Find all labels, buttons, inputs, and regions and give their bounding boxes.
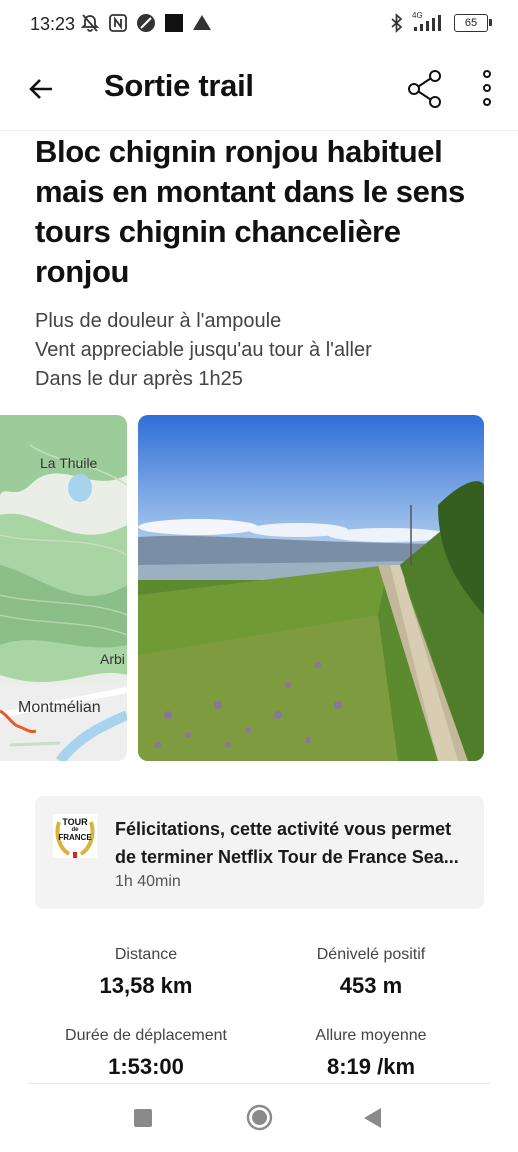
home-circle-icon[interactable] bbox=[246, 1104, 273, 1131]
signal-icon: 4G bbox=[412, 11, 446, 33]
achievement-text: Félicitations, cette activité vous perme… bbox=[115, 815, 465, 871]
app-bar: Sortie trail bbox=[0, 50, 518, 131]
share-button[interactable] bbox=[404, 68, 446, 110]
achievement-duration: 1h 40min bbox=[115, 873, 181, 890]
stat-pace: Allure moyenne 8:19 /km bbox=[256, 1027, 486, 1080]
achievement-card[interactable]: TOUR de FRANCE Félicitations, cette acti… bbox=[35, 796, 484, 909]
share-icon bbox=[408, 70, 441, 108]
back-button[interactable] bbox=[24, 72, 58, 106]
landscape-photo bbox=[138, 415, 484, 761]
stat-value: 13,58 km bbox=[99, 973, 193, 998]
stat-value: 8:19 /km bbox=[326, 1054, 416, 1079]
stat-value: 1:53:00 bbox=[108, 1054, 184, 1079]
stat-moving-time: Durée de déplacement 1:53:00 bbox=[31, 1027, 261, 1080]
map-label: Montmélian bbox=[18, 699, 101, 716]
system-navigation-bar bbox=[0, 1083, 518, 1152]
achievement-line: Félicitations, cette activité vous perme… bbox=[115, 819, 452, 839]
stat-label: Allure moyenne bbox=[315, 1027, 427, 1044]
back-triangle-icon[interactable] bbox=[364, 1108, 382, 1128]
stat-label: Dénivelé positif bbox=[316, 946, 426, 963]
stat-label: Durée de déplacement bbox=[65, 1027, 227, 1044]
status-system-icons: 4G 65 bbox=[390, 11, 492, 33]
route-map[interactable]: La Thuile Arbi Montmélian bbox=[0, 415, 127, 761]
more-vertical-icon bbox=[483, 70, 491, 106]
app-triangle-icon bbox=[193, 15, 211, 30]
map-label: La Thuile bbox=[40, 455, 98, 471]
stat-elevation: Dénivelé positif 453 m bbox=[256, 946, 486, 999]
description-line: Vent appreciable jusqu'au tour à l'aller bbox=[35, 339, 372, 361]
page-title: Sortie trail bbox=[104, 68, 254, 103]
tour-de-france-badge-icon: TOUR de FRANCE bbox=[53, 814, 97, 858]
description-line: Dans le dur après 1h25 bbox=[35, 368, 243, 390]
arrow-left-icon bbox=[29, 79, 52, 99]
stat-value: 453 m bbox=[339, 973, 403, 998]
bluetooth-icon bbox=[391, 13, 403, 33]
map-label: Arbi bbox=[100, 651, 125, 667]
description-line: Plus de douleur à l'ampoule bbox=[35, 310, 282, 332]
status-time: 13:23 bbox=[30, 14, 76, 34]
activity-photo[interactable] bbox=[138, 415, 484, 761]
achievement-line: de terminer Netflix Tour de France Sea..… bbox=[115, 847, 459, 867]
app-square-icon bbox=[165, 14, 183, 32]
battery-level: 65 bbox=[464, 17, 478, 29]
nfc-icon bbox=[109, 14, 127, 32]
recents-square-icon[interactable] bbox=[134, 1109, 152, 1127]
status-notification-icons bbox=[80, 13, 212, 33]
status-bar: 13:23 4G 65 bbox=[0, 0, 518, 50]
stat-distance: Distance 13,58 km bbox=[31, 946, 261, 999]
divider bbox=[28, 1083, 490, 1084]
stat-label: Distance bbox=[114, 946, 178, 963]
bell-off-icon bbox=[80, 14, 100, 32]
app-circle-icon bbox=[137, 14, 155, 32]
more-options-button[interactable] bbox=[470, 68, 504, 110]
battery-icon: 65 bbox=[454, 14, 492, 32]
badge-text: TOUR de FRANCE bbox=[58, 817, 92, 843]
activity-title: Bloc chignin ronjou habituel mais en mon… bbox=[35, 134, 465, 289]
activity-description: Plus de douleur à l'ampoule Vent appreci… bbox=[35, 307, 495, 394]
